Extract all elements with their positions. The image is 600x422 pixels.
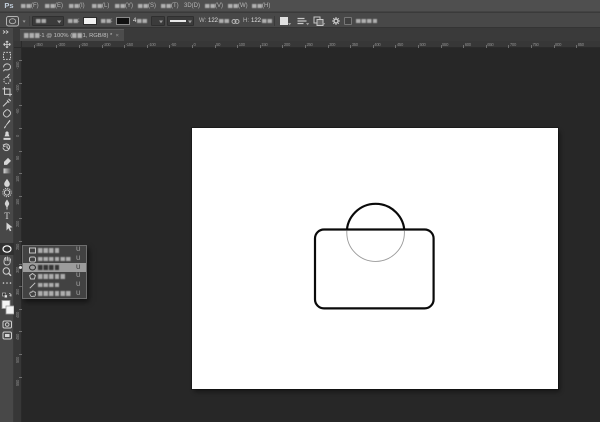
svg-text:T: T	[4, 211, 10, 221]
